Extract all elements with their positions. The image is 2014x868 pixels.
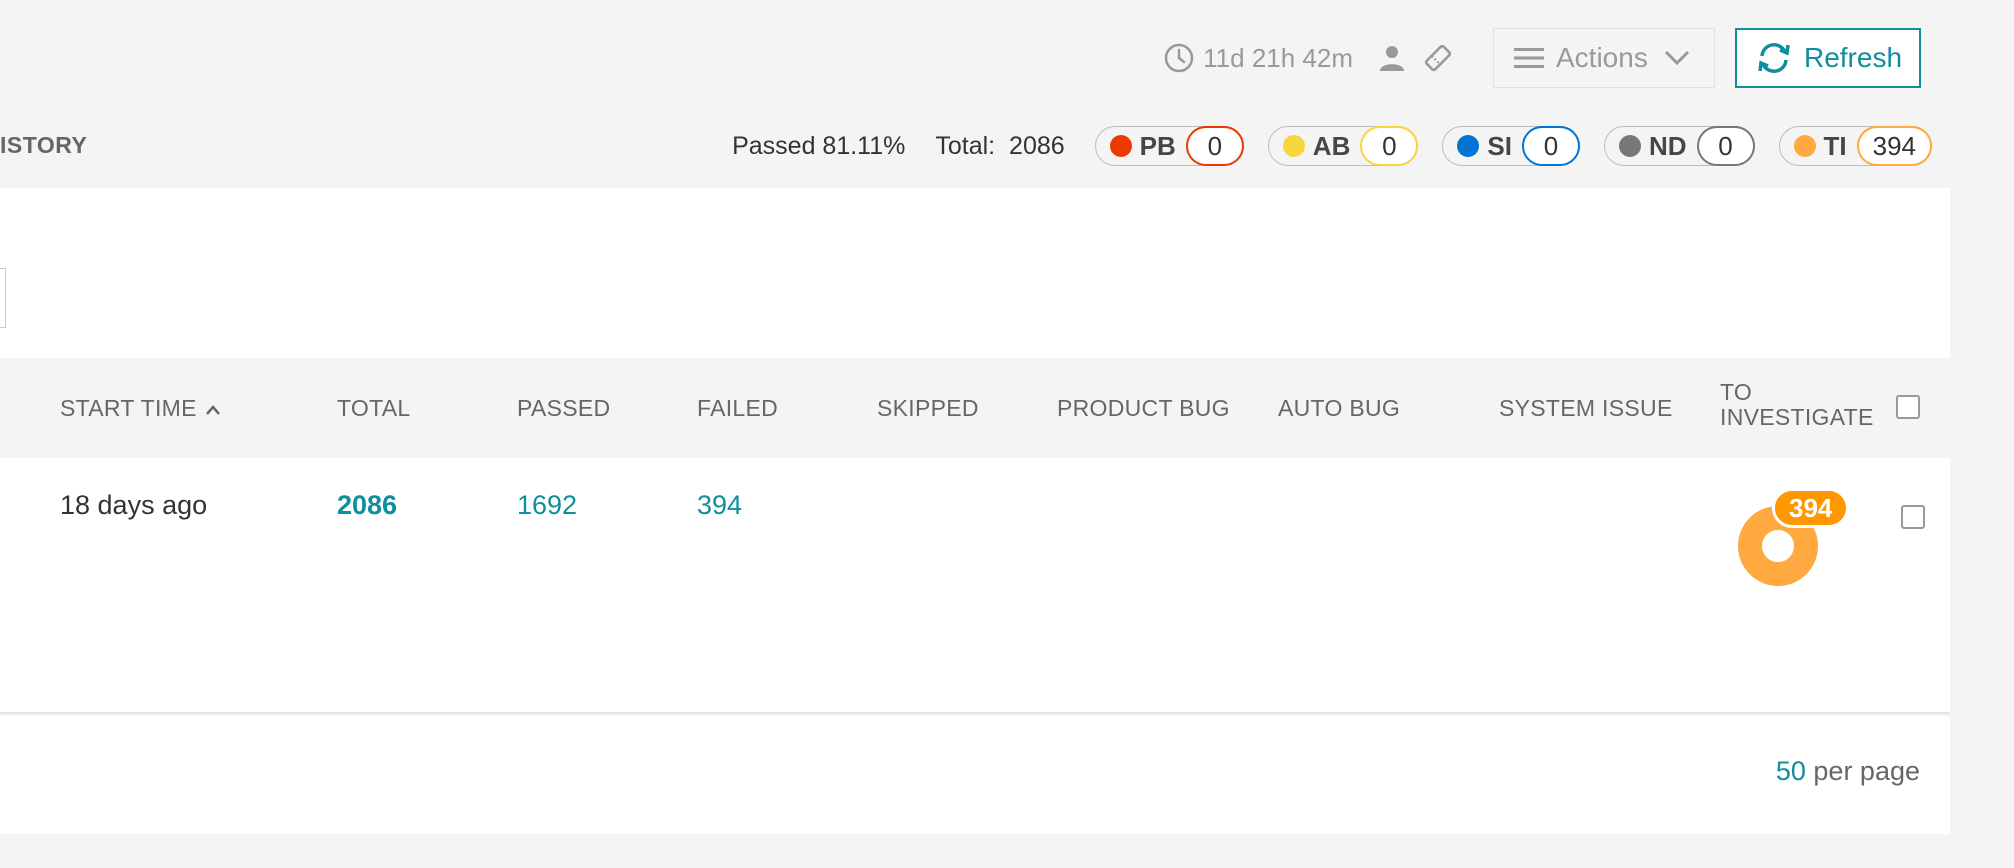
column-system-issue[interactable]: SYSTEM ISSUE: [1499, 395, 1673, 422]
column-auto-bug[interactable]: AUTO BUG: [1278, 395, 1400, 422]
to-investigate-count-badge[interactable]: 394: [1772, 488, 1850, 528]
total-value: 2086: [1009, 131, 1065, 160]
table-body: 18 days ago 2086 1692 394 394: [0, 458, 1950, 714]
column-to-investigate[interactable]: TO INVESTIGATE: [1720, 380, 1874, 430]
column-to-investigate-line1: TO: [1720, 379, 1753, 405]
refresh-icon: [1758, 43, 1790, 73]
defect-count: 0: [1185, 126, 1244, 166]
menu-icon: [1514, 48, 1544, 68]
defect-abbr: PB: [1139, 130, 1176, 161]
defect-badge-si[interactable]: SI 0: [1442, 126, 1580, 166]
duration-text: 11d 21h 42m: [1203, 42, 1353, 73]
per-page-label: per page: [1813, 756, 1920, 786]
defect-abbr: ND: [1648, 130, 1687, 161]
refresh-button[interactable]: Refresh: [1735, 28, 1921, 88]
column-to-investigate-line2: INVESTIGATE: [1720, 404, 1874, 430]
total-label: Total:: [935, 131, 996, 160]
chevron-down-icon: [1664, 50, 1689, 66]
duration: 11d 21h 42m: [1163, 42, 1353, 74]
per-page-selector: 50 per page: [1776, 756, 1920, 787]
defect-count: 0: [1360, 126, 1419, 166]
column-total[interactable]: TOTAL: [337, 395, 411, 422]
filter-panel: [0, 188, 1950, 358]
defect-count: 0: [1521, 126, 1580, 166]
launch-statistics: Passed 81.11% Total: 2086 PB 0 AB 0 SI 0…: [732, 124, 1932, 168]
ticket-icon[interactable]: [1421, 41, 1455, 75]
column-product-bug[interactable]: PRODUCT BUG: [1057, 395, 1230, 422]
filter-input[interactable]: [0, 268, 6, 328]
total-count: Total: 2086: [935, 132, 1064, 161]
defect-abbr: AB: [1312, 130, 1351, 161]
select-all-checkbox[interactable]: [1896, 395, 1920, 419]
ab-dot: [1282, 135, 1305, 157]
nd-dot: [1618, 135, 1641, 157]
defect-count: 394: [1856, 126, 1932, 166]
defect-abbr: TI: [1823, 130, 1847, 161]
column-failed[interactable]: FAILED: [697, 395, 778, 422]
passed-rate: Passed 81.11%: [732, 131, 906, 160]
si-dot: [1457, 135, 1480, 157]
row-start-time: 18 days ago: [60, 490, 208, 520]
column-skipped[interactable]: SKIPPED: [877, 395, 979, 422]
table-header: START TIME TOTAL PASSED FAILED SKIPPED P…: [0, 358, 1950, 458]
refresh-label: Refresh: [1803, 42, 1903, 73]
defect-badge-nd[interactable]: ND 0: [1603, 126, 1755, 166]
toolbar: 11d 21h 42m Actions Refresh: [1163, 28, 1921, 88]
row-failed[interactable]: 394: [697, 490, 742, 521]
row-checkbox[interactable]: [1901, 505, 1925, 529]
defect-badge-ab[interactable]: AB 0: [1267, 126, 1419, 166]
breadcrumb-history[interactable]: ISTORY: [0, 132, 87, 159]
actions-button[interactable]: Actions: [1493, 28, 1715, 88]
defect-count: 0: [1696, 126, 1755, 166]
clock-icon: [1164, 43, 1194, 73]
sort-ascending-icon: [206, 405, 221, 415]
row-total[interactable]: 2086: [337, 490, 397, 521]
column-start-time[interactable]: START TIME: [60, 395, 221, 422]
user-icon[interactable]: [1375, 41, 1409, 75]
table-footer: 50 per page: [0, 716, 1950, 834]
defect-badge-pb[interactable]: PB 0: [1094, 126, 1244, 166]
row-passed[interactable]: 1692: [517, 490, 577, 521]
ti-dot: [1793, 135, 1816, 157]
column-start-time-label: START TIME: [60, 395, 197, 421]
defect-badge-ti[interactable]: TI 394: [1778, 126, 1932, 166]
actions-label: Actions: [1556, 42, 1648, 73]
defect-abbr: SI: [1487, 130, 1512, 161]
pb-dot: [1109, 135, 1132, 157]
per-page-value[interactable]: 50: [1776, 756, 1806, 786]
column-passed[interactable]: PASSED: [517, 395, 610, 422]
